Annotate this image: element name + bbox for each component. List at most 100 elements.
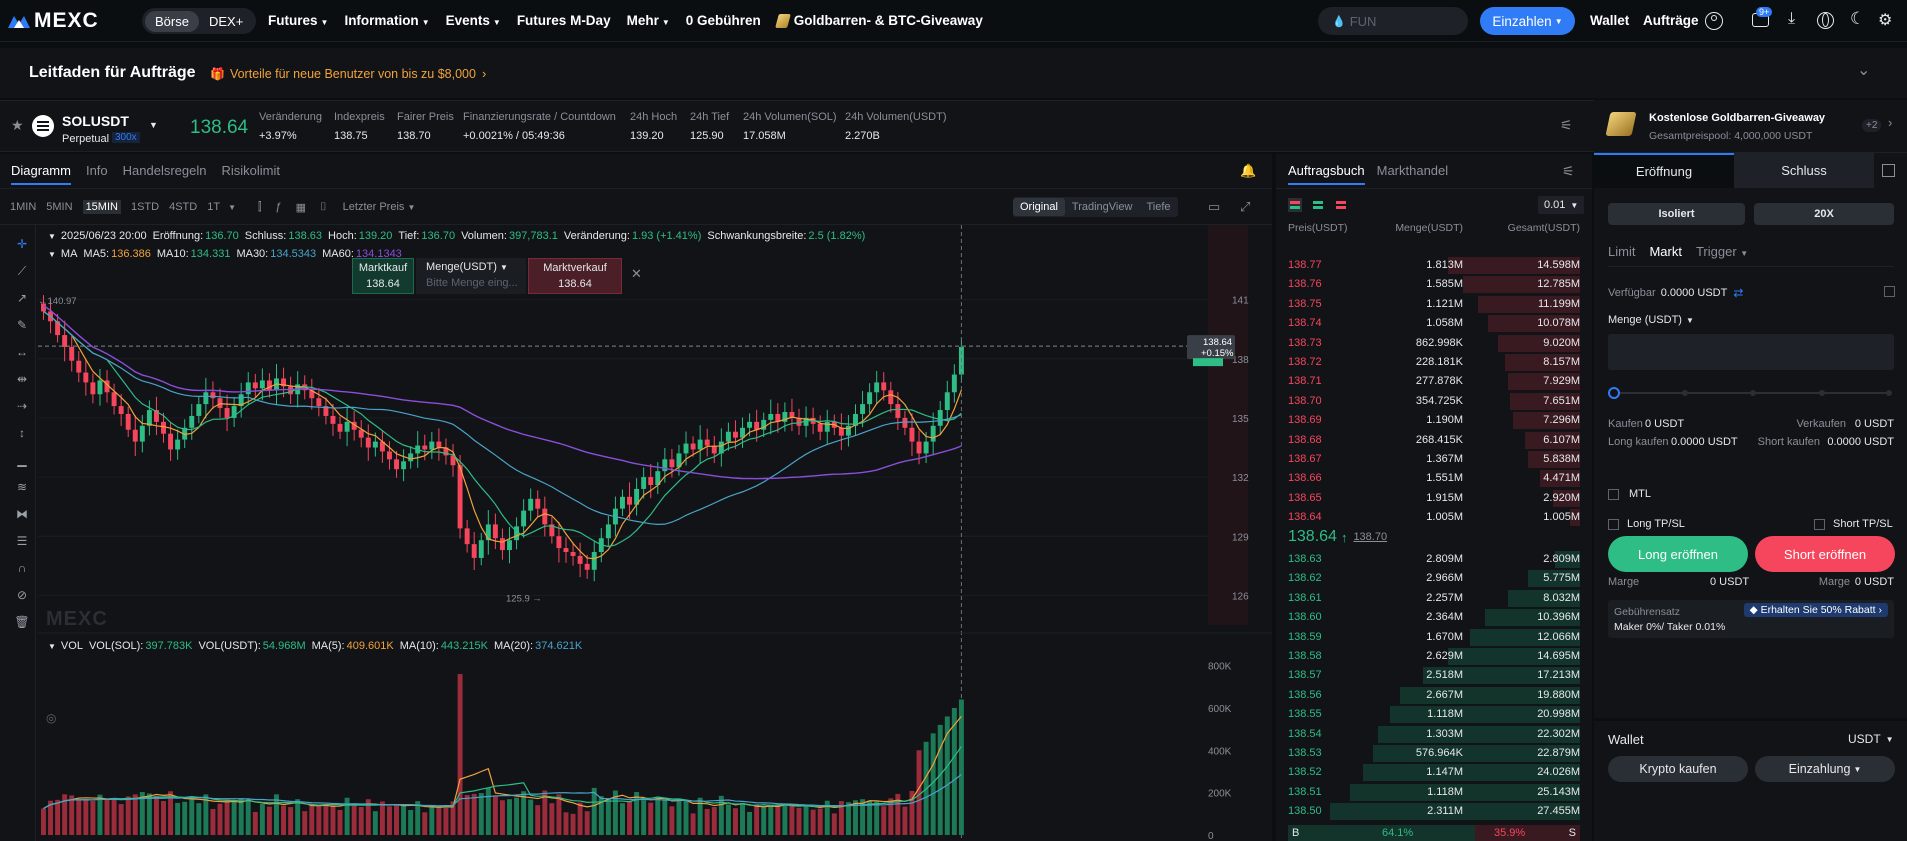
parallel-channel-icon[interactable]: ⇹ [12, 372, 32, 390]
hide-drawings-icon[interactable]: ⊘ [12, 588, 32, 606]
camera-icon[interactable]: ⌷ [320, 201, 327, 214]
interval-15min[interactable]: 15MIN [82, 200, 121, 214]
margin-mode-button[interactable]: Isoliert [1608, 203, 1745, 225]
bid-row[interactable]: 138.60 2.364M 10.396M [1276, 608, 1592, 627]
stat-funding[interactable]: Finanzierungsrate / Countdown +0.0021% / … [463, 111, 616, 142]
ask-row[interactable]: 138.73 862.998K 9.020M [1276, 334, 1592, 353]
trendline-icon[interactable]: ⟋ [12, 264, 32, 282]
deposit-button[interactable]: Einzahlen ▼ [1480, 7, 1575, 35]
chart-area[interactable]: 141 138 135 132 129 126 138.64 +0.15% ←140.97 125… [38, 225, 1272, 841]
wallet-currency-select[interactable]: USDT ▼ [1848, 732, 1894, 746]
candle-type-icon[interactable]: ⫿ [258, 201, 262, 214]
type-trigger[interactable]: Trigger ▼ [1696, 244, 1748, 259]
user-icon[interactable] [1705, 12, 1723, 30]
view-bids-icon[interactable] [1311, 198, 1325, 212]
bid-row[interactable]: 138.61 2.257M 8.032M [1276, 589, 1592, 608]
qty-slider[interactable] [1608, 387, 1892, 399]
long-tpsl-checkbox[interactable]: Long TP/SL [1608, 518, 1685, 530]
fullscreen-icon[interactable]: ⤢ [1240, 199, 1250, 215]
brush-icon[interactable]: ✎ [12, 318, 32, 336]
crosshair-icon[interactable]: ✛ [12, 237, 32, 255]
seg-dex[interactable]: DEX+ [199, 11, 253, 32]
nav-more[interactable]: Mehr ▼ [627, 13, 670, 28]
symbol-name[interactable]: SOLUSDT [62, 113, 129, 129]
calculator-icon[interactable] [1882, 164, 1895, 177]
bid-row[interactable]: 138.62 2.966M 5.775M [1276, 569, 1592, 588]
market-buy-button[interactable]: Marktkauf 138.64 [352, 258, 414, 294]
type-limit[interactable]: Limit [1608, 244, 1635, 259]
collapse-chevron-icon[interactable]: ⌄ [1857, 60, 1870, 80]
vertical-line-icon[interactable]: ↕ [12, 426, 32, 444]
seg-boerse[interactable]: Börse [145, 10, 199, 32]
transfer-icon[interactable]: ⇄ [1733, 286, 1743, 300]
tab-info[interactable]: Info [86, 163, 108, 185]
indicator-icon[interactable]: ƒ [276, 201, 282, 213]
tab-orderbook[interactable]: Auftragsbuch [1288, 163, 1365, 185]
orders-link[interactable]: Aufträge [1643, 13, 1699, 28]
layout-grid-icon[interactable]: ▦ [296, 201, 306, 214]
settings-icon[interactable]: ⚙ [1878, 10, 1892, 30]
interval-4std[interactable]: 4STD [169, 201, 197, 213]
ask-row[interactable]: 138.70 354.725K 7.651M [1276, 392, 1592, 411]
type-market[interactable]: Markt [1649, 244, 1682, 259]
ask-row[interactable]: 138.72 228.181K 8.157M [1276, 353, 1592, 372]
calendar-icon[interactable]: ▭ [1208, 199, 1220, 215]
ask-row[interactable]: 138.67 1.367M 5.838M [1276, 450, 1592, 469]
new-user-promo[interactable]: 🎁 Vorteile für neue Benutzer von bis zu … [210, 66, 486, 81]
chat-icon[interactable]: ◎ [46, 711, 56, 725]
view-depth[interactable]: Tiefe [1139, 198, 1177, 216]
interval-5min[interactable]: 5MIN [46, 201, 72, 213]
ask-row[interactable]: 138.74 1.058M 10.078M [1276, 314, 1592, 333]
horizontal-line-icon[interactable]: ↔ [12, 345, 32, 363]
market-sell-button[interactable]: Marktverkauf 138.64 [528, 258, 622, 294]
ask-row[interactable]: 138.65 1.915M 2.920M [1276, 489, 1592, 508]
order-guide-title[interactable]: Leitfaden für Aufträge [29, 64, 196, 82]
theme-moon-icon[interactable]: ☾ [1850, 9, 1865, 29]
bid-row[interactable]: 138.58 2.629M 14.695M [1276, 647, 1592, 666]
nav-futures-mday[interactable]: Futures M-Day [517, 13, 611, 28]
qty-label[interactable]: Menge (USDT) ▼ [1608, 314, 1694, 326]
bid-row[interactable]: 138.51 1.118M 25.143M [1276, 783, 1592, 802]
mexc-logo[interactable]: MEXC [8, 9, 99, 33]
interval-dropdown-icon[interactable]: ▼ [228, 203, 236, 212]
nav-events[interactable]: Events ▼ [446, 13, 501, 28]
ask-row[interactable]: 138.66 1.551M 4.471M [1276, 469, 1592, 488]
view-original[interactable]: Original [1013, 198, 1065, 216]
language-icon[interactable] [1817, 12, 1834, 29]
ask-row[interactable]: 138.64 1.005M 1.005M [1276, 508, 1592, 527]
view-asks-icon[interactable] [1334, 198, 1348, 212]
price-type-select[interactable]: Letzter Preis ▼ [343, 201, 416, 213]
open-short-button[interactable]: Short eröffnen [1755, 536, 1895, 572]
bid-row[interactable]: 138.50 2.311M 27.455M [1276, 802, 1592, 821]
ask-row[interactable]: 138.76 1.585M 12.785M [1276, 275, 1592, 294]
ask-row[interactable]: 138.69 1.190M 7.296M [1276, 411, 1592, 430]
bid-row[interactable]: 138.57 2.518M 17.213M [1276, 666, 1592, 685]
close-icon[interactable]: ✕ [631, 266, 642, 282]
interval-1min[interactable]: 1MIN [10, 201, 36, 213]
open-long-button[interactable]: Long eröffnen [1608, 536, 1748, 572]
search-input[interactable]: 💧 FUN [1318, 7, 1468, 35]
ask-row[interactable]: 138.68 268.415K 6.107M [1276, 431, 1592, 450]
tab-trading-rules[interactable]: Handelsregeln [123, 163, 207, 185]
tab-close[interactable]: Schluss [1734, 153, 1874, 188]
nav-zero-fees[interactable]: 0 Gebühren [686, 13, 761, 28]
interval-1std[interactable]: 1STD [131, 201, 159, 213]
mtl-checkbox[interactable]: MTL [1608, 488, 1651, 500]
ask-row[interactable]: 138.75 1.121M 11.199M [1276, 295, 1592, 314]
download-icon[interactable]: ⤓ [1788, 10, 1795, 28]
favorite-star-icon[interactable]: ★ [11, 117, 24, 134]
giveaway-banner[interactable]: Kostenlose Goldbarren-Giveaway Gesamtpre… [1594, 100, 1907, 152]
qty-input[interactable] [1608, 334, 1894, 370]
bid-row[interactable]: 138.63 2.809M 2.809M [1276, 550, 1592, 569]
ticker-settings-icon[interactable]: ⚟ [1560, 117, 1573, 134]
view-tradingview[interactable]: TradingView [1065, 198, 1140, 216]
bid-row[interactable]: 138.52 1.147M 24.026M [1276, 763, 1592, 782]
book-settings-icon[interactable]: ⚟ [1562, 163, 1575, 180]
tab-risk-limit[interactable]: Risikolimit [222, 163, 281, 185]
quick-amount-input[interactable]: Menge(USDT) ▼ Bitte Menge eing... [416, 258, 526, 294]
buy-crypto-button[interactable]: Krypto kaufen [1608, 756, 1748, 782]
ruler-icon[interactable]: ▁ [12, 453, 32, 471]
bid-row[interactable]: 138.53 576.964K 22.879M [1276, 744, 1592, 763]
leverage-button[interactable]: 20X [1754, 203, 1894, 225]
trash-icon[interactable]: 🗑 [12, 615, 32, 633]
